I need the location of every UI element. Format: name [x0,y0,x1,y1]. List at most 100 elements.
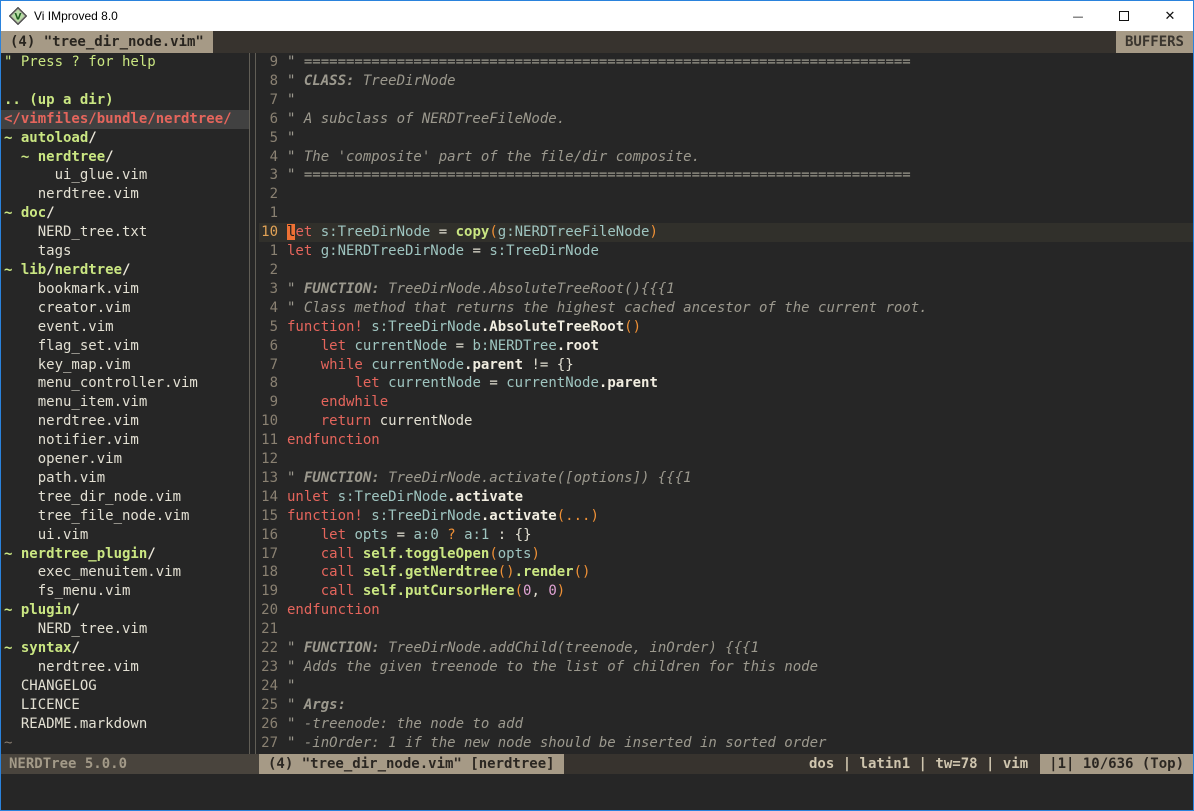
code-line[interactable]: 9" =====================================… [259,53,1193,72]
line-content [287,261,1193,280]
tree-item[interactable]: notifier.vim [1,431,249,450]
tree-item[interactable]: creator.vim [1,299,249,318]
code-line[interactable]: 22" FUNCTION: TreeDirNode.addChild(treen… [259,639,1193,658]
code-line[interactable]: 3" =====================================… [259,166,1193,185]
tree-item[interactable]: ~ syntax/ [1,639,249,658]
code-line[interactable]: 26" -treenode: the node to add [259,715,1193,734]
code-line[interactable]: 23" Adds the given treenode to the list … [259,658,1193,677]
tree-item[interactable] [1,72,249,91]
code-line[interactable]: 21 [259,620,1193,639]
tree-item[interactable]: LICENCE [1,696,249,715]
line-content: call self.putCursorHere(0, 0) [287,582,1193,601]
code-line[interactable]: 12 [259,450,1193,469]
tree-item[interactable]: nerdtree.vim [1,658,249,677]
syntax-id: g:NERDTreeDirNode [321,243,464,259]
code-line[interactable]: 7" [259,91,1193,110]
line-number: 21 [259,620,287,639]
tree-item[interactable]: tree_dir_node.vim [1,488,249,507]
tree-item[interactable]: tree_file_node.vim [1,507,249,526]
tree-item[interactable]: event.vim [1,318,249,337]
tree-item[interactable]: ~ doc/ [1,204,249,223]
tree-item[interactable]: README.markdown [1,715,249,734]
syntax-kw: function! [287,319,363,335]
buffers-label[interactable]: BUFFERS [1116,31,1193,53]
tree-item[interactable]: key_map.vim [1,356,249,375]
tree-item[interactable]: ~ lib/nerdtree/ [1,261,249,280]
tree-item[interactable]: ~ nerdtree/ [1,148,249,167]
code-line[interactable]: 7 while currentNode.parent != {} [259,356,1193,375]
status-filler [564,754,797,774]
tree-item[interactable]: ~ plugin/ [1,601,249,620]
code-line[interactable]: 24" [259,677,1193,696]
code-line[interactable]: 27" -inOrder: 1 if the new node should b… [259,734,1193,753]
line-content [287,185,1193,204]
tree-item[interactable]: ~ nerdtree_plugin/ [1,545,249,564]
code-line[interactable]: 15function! s:TreeDirNode.activate(...) [259,507,1193,526]
minimize-button[interactable] [1055,1,1101,31]
code-line-current[interactable]: 10let s:TreeDirNode = copy(g:NERDTreeFil… [259,223,1193,242]
code-line[interactable]: 2 [259,185,1193,204]
code-line[interactable]: 5function! s:TreeDirNode.AbsoluteTreeRoo… [259,318,1193,337]
command-line[interactable] [1,774,1193,810]
code-line[interactable]: 19 call self.putCursorHere(0, 0) [259,582,1193,601]
syntax-file: tags [38,243,72,259]
code-line[interactable]: 20endfunction [259,601,1193,620]
tree-item[interactable]: menu_item.vim [1,393,249,412]
syntax-kw: unlet [287,489,329,505]
tree-item[interactable]: flag_set.vim [1,337,249,356]
close-button[interactable] [1147,1,1193,31]
code-line[interactable]: 11endfunction [259,431,1193,450]
code-line[interactable]: 13" FUNCTION: TreeDirNode.activate([opti… [259,469,1193,488]
syntax-id: currentNode [506,375,599,391]
line-number: 25 [259,696,287,715]
tree-item[interactable]: .. (up a dir) [1,91,249,110]
line-content: " A subclass of NERDTreeFileNode. [287,110,1193,129]
tree-item[interactable]: menu_controller.vim [1,374,249,393]
tree-item[interactable]: fs_menu.vim [1,582,249,601]
code-line[interactable]: 8" CLASS: TreeDirNode [259,72,1193,91]
code-line[interactable]: 4" The 'composite' part of the file/dir … [259,148,1193,167]
code-line[interactable]: 8 let currentNode = currentNode.parent [259,374,1193,393]
code-line[interactable]: 9 endwhile [259,393,1193,412]
code-line[interactable]: 14unlet s:TreeDirNode.activate [259,488,1193,507]
tree-item[interactable]: nerdtree.vim [1,412,249,431]
code-line[interactable]: 6 let currentNode = b:NERDTree.root [259,337,1193,356]
tree-item[interactable]: NERD_tree.vim [1,620,249,639]
code-line[interactable]: 1let g:NERDTreeDirNode = s:TreeDirNode [259,242,1193,261]
tree-item[interactable]: " Press ? for help [1,53,249,72]
tree-item[interactable]: ~ autoload/ [1,129,249,148]
syntax-fn: .render [515,564,574,580]
code-line[interactable]: 1 [259,204,1193,223]
syntax-kw: call [321,564,355,580]
tree-item[interactable]: ui.vim [1,526,249,545]
code-line[interactable]: 6" A subclass of NERDTreeFileNode. [259,110,1193,129]
tree-item[interactable]: exec_menuitem.vim [1,563,249,582]
syntax-id: b:NERDTree [472,338,556,354]
maximize-button[interactable] [1101,1,1147,31]
tree-item[interactable]: opener.vim [1,450,249,469]
title-bar[interactable]: V Vi IMproved 8.0 [1,1,1193,31]
code-line[interactable]: 2 [259,261,1193,280]
tree-item[interactable]: bookmark.vim [1,280,249,299]
tree-item[interactable]: CHANGELOG [1,677,249,696]
code-line[interactable]: 18 call self.getNerdtree().render() [259,563,1193,582]
tree-item[interactable]: NERD_tree.txt [1,223,249,242]
tab-tree-dir-node[interactable]: (4) "tree_dir_node.vim" [1,31,213,53]
tree-root-item[interactable]: </vimfiles/bundle/nerdtree/ [1,110,249,129]
code-line[interactable]: 5" [259,129,1193,148]
tree-item[interactable]: ~ [1,734,249,753]
tree-item[interactable]: path.vim [1,469,249,488]
code-line[interactable]: 3" FUNCTION: TreeDirNode.AbsoluteTreeRoo… [259,280,1193,299]
code-line[interactable]: 25" Args: [259,696,1193,715]
tree-item[interactable]: ui_glue.vim [1,166,249,185]
syntax-id: opts [354,527,388,543]
code-line[interactable]: 17 call self.toggleOpen(opts) [259,545,1193,564]
tree-item[interactable]: nerdtree.vim [1,185,249,204]
tree-item[interactable]: tags [1,242,249,261]
code-line[interactable]: 16 let opts = a:0 ? a:1 : {} [259,526,1193,545]
code-line[interactable]: 10 return currentNode [259,412,1193,431]
code-line[interactable]: 4" Class method that returns the highest… [259,299,1193,318]
syntax-txt [4,583,38,599]
window-separator[interactable] [249,53,259,754]
vim-logo-icon[interactable]: V [9,7,27,25]
